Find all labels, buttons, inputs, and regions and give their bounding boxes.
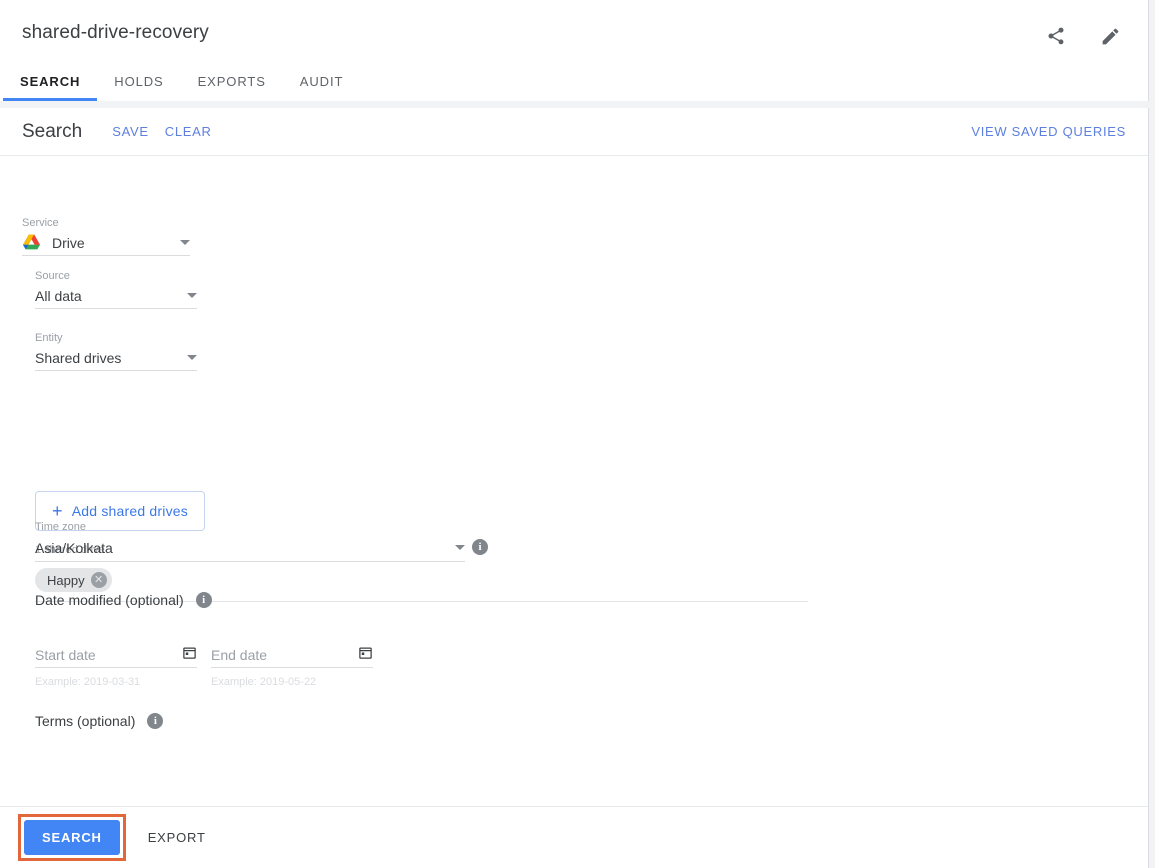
start-date-helper: Example: 2019-03-31 [35,676,141,688]
chevron-down-icon[interactable] [455,545,465,550]
date-modified-header: Date modified (optional) i [35,592,212,608]
chevron-down-icon[interactable] [187,293,197,298]
shared-drive-chip[interactable]: Happy ✕ [35,568,112,592]
end-date-field[interactable]: End date Example: 2019-05-22 [211,644,373,688]
search-button-highlight: SEARCH [18,814,126,861]
app-root: shared-drive-recovery SEARCH HOLDS EXPOR… [0,0,1155,868]
tab-bar: SEARCH HOLDS EXPORTS AUDIT [0,61,360,101]
chevron-down-icon[interactable] [180,240,190,245]
service-field[interactable]: Service Drive [22,216,190,256]
clear-query-button[interactable]: CLEAR [157,120,220,143]
action-bar: SEARCH EXPORT [0,806,1149,868]
tab-holds[interactable]: HOLDS [97,61,180,101]
entity-field[interactable]: Entity Shared drives [35,331,197,371]
google-drive-icon [22,233,42,252]
close-icon[interactable]: ✕ [90,572,107,588]
service-value: Drive [52,234,85,251]
start-date-field[interactable]: Start date Example: 2019-03-31 [35,644,197,688]
plus-icon: + [52,501,63,521]
end-date-helper: Example: 2019-05-22 [211,676,317,688]
entity-value: Shared drives [35,349,122,366]
view-saved-queries-button[interactable]: VIEW SAVED QUERIES [971,124,1126,139]
terms-label: Terms (optional) [35,713,136,729]
export-button[interactable]: EXPORT [148,830,206,845]
share-button[interactable] [1036,16,1076,56]
source-select[interactable]: All data [35,283,197,309]
search-toolbar: Search SAVE CLEAR VIEW SAVED QUERIES [0,108,1148,156]
edit-button[interactable] [1090,16,1130,56]
calendar-icon[interactable] [182,645,197,665]
add-shared-drives-label: Add shared drives [71,503,188,519]
date-modified-label: Date modified (optional) [35,592,184,608]
entity-select[interactable]: Shared drives [35,345,197,371]
edit-icon [1100,26,1121,47]
date-modified-info-icon[interactable]: i [195,592,212,608]
page-title: shared-drive-recovery [22,22,209,43]
time-zone-field[interactable]: Time zone Asia/Kolkata [35,520,465,562]
tab-exports[interactable]: EXPORTS [181,61,283,101]
search-panel: Search SAVE CLEAR VIEW SAVED QUERIES Ser… [0,108,1149,868]
end-date-placeholder: End date [211,646,268,663]
chevron-down-icon[interactable] [187,355,197,360]
terms-header: Terms (optional) i [35,713,164,729]
tab-search[interactable]: SEARCH [3,61,98,101]
header-card: shared-drive-recovery SEARCH HOLDS EXPOR… [0,0,1149,101]
time-zone-value: Asia/Kolkata [35,539,113,556]
source-value: All data [35,287,82,304]
tab-audit[interactable]: AUDIT [283,61,361,101]
time-zone-label: Time zone [35,521,86,533]
calendar-icon[interactable] [358,645,373,665]
chip-label: Happy [47,572,85,588]
start-date-input[interactable]: Start date [35,644,197,668]
end-date-input[interactable]: End date [211,644,373,668]
search-button[interactable]: SEARCH [24,820,120,855]
header-actions [1036,16,1130,56]
share-icon [1046,26,1066,46]
search-heading: Search [22,120,83,142]
service-label: Service [22,217,59,229]
entity-label: Entity [35,332,63,344]
time-zone-info-icon[interactable]: i [472,537,488,555]
source-field[interactable]: Source All data [35,269,197,309]
service-select[interactable]: Drive [22,230,190,256]
source-label: Source [35,270,70,282]
start-date-placeholder: Start date [35,646,96,663]
time-zone-select[interactable]: Asia/Kolkata [35,534,465,562]
terms-info-icon[interactable]: i [147,713,164,729]
save-query-button[interactable]: SAVE [104,120,157,143]
